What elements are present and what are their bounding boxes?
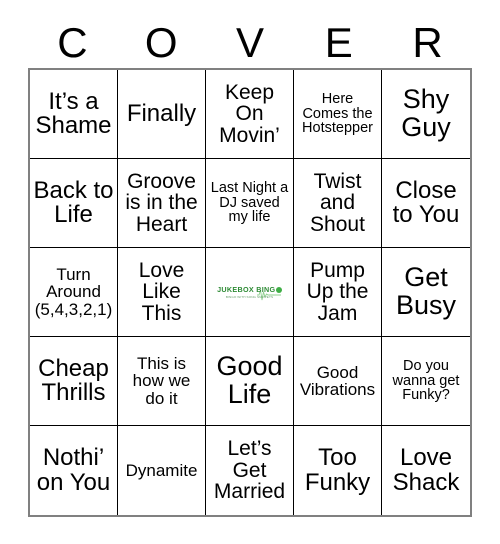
- bingo-cell[interactable]: Shy Guy: [382, 70, 470, 159]
- header-letter-r: R: [412, 19, 443, 66]
- bingo-cell-label: Let’s Get Married: [213, 437, 286, 504]
- bingo-cell-label: Too Funky: [304, 444, 371, 496]
- bingo-cell[interactable]: Good Vibrations: [294, 337, 382, 426]
- bingo-cell[interactable]: Love Like This: [118, 248, 206, 337]
- bingo-cell[interactable]: Finally: [118, 70, 206, 159]
- bingo-cell[interactable]: Love Shack: [382, 426, 470, 515]
- bingo-cell-label: Cheap Thrills: [38, 354, 109, 406]
- bingo-cell[interactable]: Groove is in the Heart: [118, 159, 206, 248]
- bingo-cell[interactable]: Keep On Movin’: [206, 70, 294, 159]
- bingo-cell-label: Turn Around (5,4,3,2,1): [34, 265, 113, 319]
- bingo-cell[interactable]: Too Funky: [294, 426, 382, 515]
- bingo-cell[interactable]: Last Night a DJ saved my life: [206, 159, 294, 248]
- bingo-cell-label: Finally: [126, 99, 197, 127]
- bingo-cell-label: Do you wanna get Funky?: [392, 357, 460, 404]
- bingo-cell-label: Shy Guy: [401, 84, 451, 142]
- bingo-cell-label: Love Shack: [392, 444, 460, 496]
- bingo-cell-label: Keep On Movin’: [219, 80, 280, 147]
- bingo-cell[interactable]: Pump Up the Jam: [294, 248, 382, 337]
- bingo-cell-label: Twist and Shout: [310, 169, 365, 236]
- bingo-cell-label: It’s a Shame: [35, 87, 112, 139]
- bingo-cell-label: Last Night a DJ saved my life: [210, 179, 289, 226]
- logo-main-text: JUKEBOX BING: [217, 285, 282, 294]
- bingo-cell-label: Groove is in the Heart: [125, 169, 198, 236]
- bingo-cell[interactable]: Turn Around (5,4,3,2,1): [30, 248, 118, 337]
- bingo-cell-label: Here Comes the Hotstepper: [302, 90, 373, 137]
- bingo-cell[interactable]: It’s a Shame: [30, 70, 118, 159]
- bingo-cell[interactable]: Back to Life: [30, 159, 118, 248]
- bingo-cell[interactable]: Close to You: [382, 159, 470, 248]
- logo-dot-icon: [275, 287, 282, 293]
- header-letter-v: V: [235, 19, 264, 66]
- bingo-cell[interactable]: Let’s Get Married: [206, 426, 294, 515]
- bingo-cell-label: Dynamite: [125, 460, 198, 480]
- bingo-cell[interactable]: Cheap Thrills: [30, 337, 118, 426]
- logo-tagline: BINGO WITH SONG SNIPPETS: [225, 295, 274, 299]
- bingo-cell-label: Back to Life: [33, 176, 114, 228]
- bingo-cell-free-space[interactable]: JUKEBOX BING BINGO WITH SONG SNIPPETS: [206, 248, 294, 337]
- bingo-cell-label: Good Life: [216, 351, 283, 409]
- bingo-cell[interactable]: Dynamite: [118, 426, 206, 515]
- bingo-cell-label: Love Like This: [138, 258, 185, 325]
- bingo-header-letters: C O V E R: [28, 18, 472, 68]
- bingo-cell-label: Good Vibrations: [299, 362, 376, 399]
- bingo-cell-label: Get Busy: [395, 262, 457, 320]
- bingo-cell[interactable]: Get Busy: [382, 248, 470, 337]
- bingo-cell-label: Nothi’ on You: [36, 444, 111, 496]
- bingo-grid: It’s a Shame Finally Keep On Movin’ Here…: [28, 68, 472, 517]
- bingo-cell[interactable]: Good Life: [206, 337, 294, 426]
- bingo-cell-label: Close to You: [392, 176, 460, 228]
- header-letter-o: O: [144, 19, 178, 66]
- jukebox-bingo-logo: JUKEBOX BING BINGO WITH SONG SNIPPETS: [212, 285, 288, 301]
- bingo-cell-label: This is how we do it: [132, 354, 191, 408]
- bingo-cell[interactable]: Do you wanna get Funky?: [382, 337, 470, 426]
- bingo-cell[interactable]: Twist and Shout: [294, 159, 382, 248]
- logo-brand-text: JUKEBOX BING: [217, 285, 276, 294]
- bingo-card: C O V E R It’s a Shame Finally Keep On M…: [0, 0, 500, 544]
- bingo-cell[interactable]: Nothi’ on You: [30, 426, 118, 515]
- bingo-cell[interactable]: This is how we do it: [118, 337, 206, 426]
- bingo-cell-label: Pump Up the Jam: [306, 258, 369, 325]
- bingo-cell[interactable]: Here Comes the Hotstepper: [294, 70, 382, 159]
- header-letter-c: C: [57, 19, 88, 66]
- header-letter-e: E: [324, 19, 353, 66]
